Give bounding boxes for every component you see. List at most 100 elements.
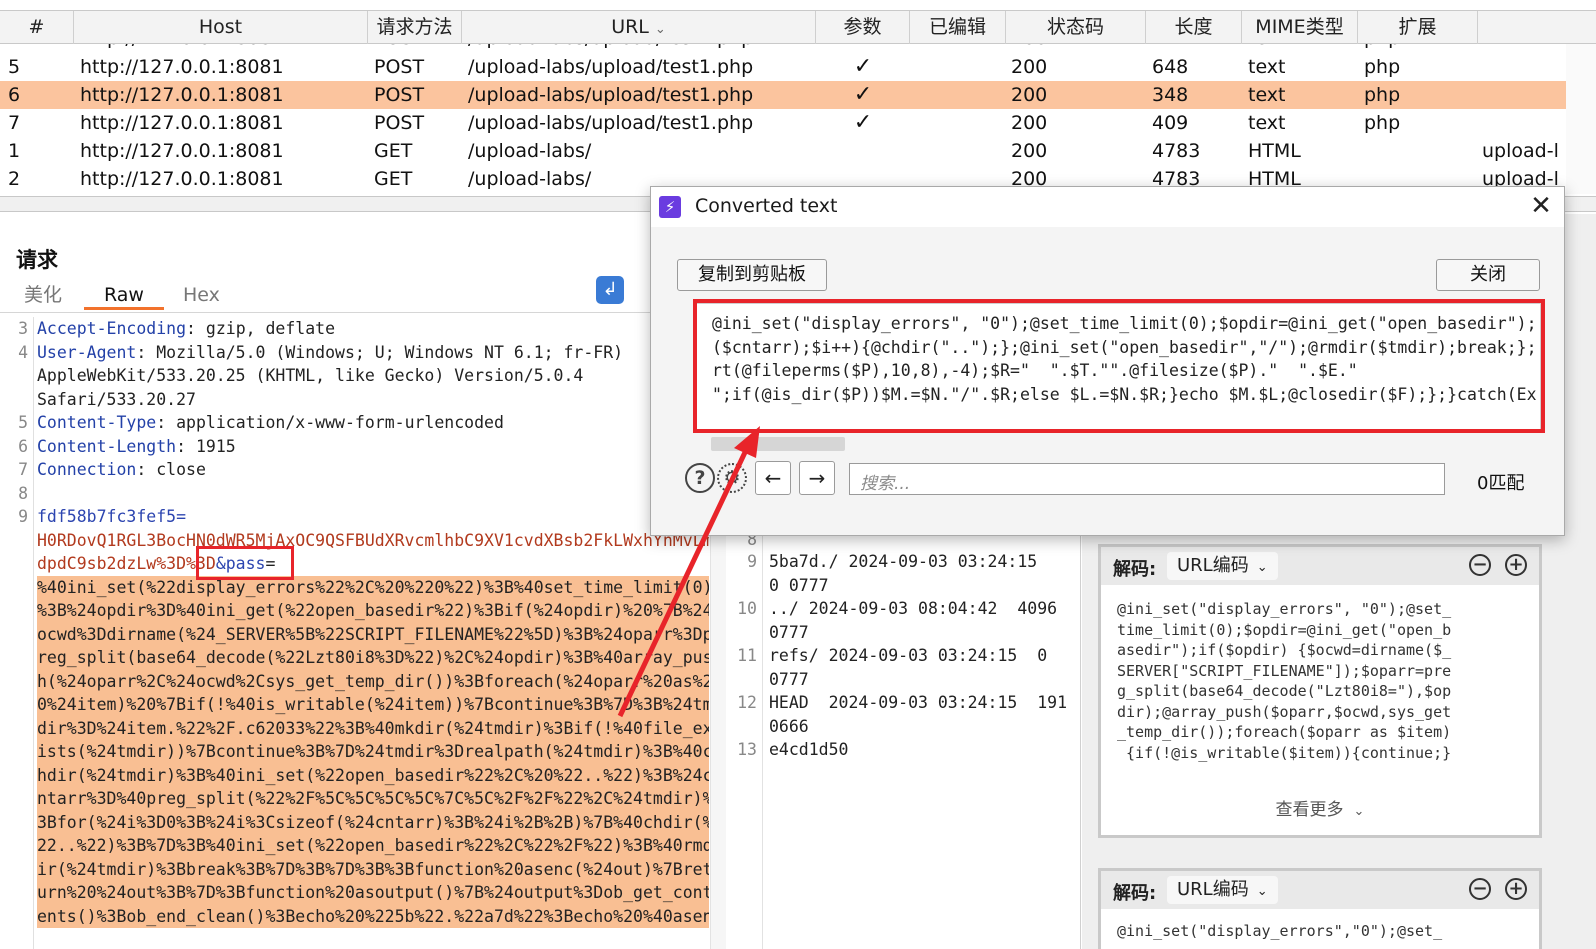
header-name: Content-Type bbox=[37, 413, 157, 432]
horizontal-scrollbar[interactable] bbox=[711, 437, 845, 451]
cell-num: 2 bbox=[8, 168, 21, 190]
col-extension[interactable]: 扩展 bbox=[1358, 11, 1478, 44]
remove-icon[interactable]: − bbox=[1469, 878, 1491, 900]
col-length[interactable]: 长度 bbox=[1146, 11, 1242, 44]
col-params[interactable]: 参数 bbox=[816, 11, 910, 44]
line-number: 3 bbox=[18, 319, 28, 338]
divider bbox=[0, 312, 726, 313]
body-param-name: fdf58b7fc3fef5= bbox=[37, 505, 709, 529]
table-row[interactable]: 1 http://127.0.0.1:8081 GET/upload-labs/20… bbox=[0, 137, 1596, 165]
decoder-type-value: URL编码 bbox=[1177, 555, 1249, 576]
payload-line: ents()%3Bob_end_clean()%3Becho%20%225b%2… bbox=[37, 904, 709, 928]
col-number[interactable]: # bbox=[0, 11, 74, 44]
payload-line: %3B%24opdir%3D%40ini_get(%22open_basedir… bbox=[37, 599, 709, 623]
header-value: Mozilla/5.0 (Windows; U; Windows NT 6.1;… bbox=[146, 342, 624, 362]
col-edited[interactable]: 已编辑 bbox=[910, 11, 1006, 44]
line-number: 10 bbox=[737, 599, 757, 618]
add-icon[interactable]: + bbox=[1505, 878, 1527, 900]
cell-host: http://127.0.0.1:8081 bbox=[80, 84, 284, 106]
match-count: 0匹配 bbox=[1477, 473, 1525, 494]
decoder-type-select[interactable]: URL编码 ⌄ bbox=[1167, 552, 1278, 580]
gear-icon[interactable]: ⚙ bbox=[717, 463, 747, 493]
cell-length bbox=[1152, 44, 1240, 52]
cell-length: 348 bbox=[1152, 84, 1189, 106]
line-number: 9 bbox=[18, 507, 28, 526]
payload-line: ntarr%3D%40preg_split(%22%2F%5C%5C%5C%5C… bbox=[37, 787, 709, 811]
cell-mime: text bbox=[1248, 56, 1286, 78]
decoder-header: 解码: URL编码 ⌄ − + bbox=[1101, 547, 1539, 585]
previous-match-button[interactable]: ← bbox=[755, 461, 791, 495]
line-number: 5 bbox=[18, 413, 28, 432]
cell-num: 1 bbox=[8, 140, 21, 162]
response-line: HEAD 2024-09-03 03:24:15 191 0666 bbox=[769, 693, 1068, 736]
header-value: close bbox=[146, 460, 206, 479]
header-line: Content-Type: application/x-www-form-url… bbox=[37, 413, 504, 432]
cell-length: 648 bbox=[1152, 56, 1189, 78]
header-continuation: AppleWebKit/533.20.25 (KHTML, like Gecko… bbox=[37, 366, 584, 385]
copy-to-clipboard-button[interactable]: 复制到剪贴板 bbox=[677, 259, 827, 291]
payload-line: h(%24oparr%2C%24ocwd%2Csys_get_temp_dir(… bbox=[37, 669, 709, 693]
cell-mime: HTML bbox=[1248, 140, 1301, 162]
line-number: 6 bbox=[18, 436, 28, 456]
col-mime[interactable]: MIME类型 bbox=[1242, 11, 1358, 44]
line-number: 8 bbox=[18, 483, 28, 503]
help-icon[interactable]: ? bbox=[685, 463, 715, 493]
next-match-button[interactable]: → bbox=[799, 461, 835, 495]
cell-extra bbox=[1482, 44, 1566, 52]
converted-text-dialog: ⚡ Converted text ✕ 复制到剪贴板 关闭 @ini_set("d… bbox=[650, 186, 1565, 536]
header-name: User-Agent bbox=[37, 342, 137, 362]
word-wrap-icon[interactable]: ↲ bbox=[596, 276, 624, 304]
add-icon[interactable]: + bbox=[1505, 554, 1527, 576]
payload-line: 22..%22)%3B%7D%3B%40ini_set(%22open_base… bbox=[37, 834, 709, 858]
body-param-value: dpdC9sb2dzLw%3D%3D&pass= bbox=[37, 552, 709, 576]
payload-line: dir%3D%24item.%22%2F.c62033%22%3B%40mkdi… bbox=[37, 716, 709, 740]
cell-params bbox=[816, 137, 910, 165]
request-title: 请求 bbox=[16, 248, 58, 272]
line-gutter: 3 4 5 6 7 8 9 bbox=[0, 317, 34, 949]
request-panel: 请求 美化 Raw Hex ↲ 3 4 5 6 7 8 9 Accept-Enc… bbox=[0, 214, 726, 949]
tab-pretty[interactable]: 美化 bbox=[24, 280, 62, 310]
payload-line: 3Bfor(%24i%3D0%3B%24i%3Csizeof(%24cntarr… bbox=[37, 810, 709, 834]
pass-payload: %40ini_set(%22display_errors%22%2C%20%22… bbox=[37, 575, 709, 928]
col-host[interactable]: Host bbox=[74, 11, 368, 44]
request-code: Accept-Encoding: gzip, deflate User-Agen… bbox=[37, 317, 709, 928]
response-line: e4cd1d50 bbox=[769, 740, 849, 759]
cell-url: /upload-labs/upload/test1.php bbox=[468, 44, 814, 52]
close-icon[interactable]: ✕ bbox=[1527, 191, 1555, 221]
col-url[interactable]: URL ⌄ bbox=[462, 11, 816, 44]
decoder-card: 解码: URL编码 ⌄ − + @ini_set("display_errors"… bbox=[1098, 544, 1542, 838]
cell-params bbox=[816, 44, 910, 52]
table-row[interactable]: http://127.0.0.1:8081 POST/upload-labs/up… bbox=[0, 44, 1596, 52]
show-more-link[interactable]: 查看更多 ⌄ bbox=[1101, 795, 1539, 820]
table-row[interactable]: 5 http://127.0.0.1:8081 POST/upload-labs/u… bbox=[0, 53, 1596, 81]
cell-method: POST bbox=[374, 84, 425, 106]
table-row[interactable]: 7 http://127.0.0.1:8081 POST/upload-labs/u… bbox=[0, 109, 1596, 137]
history-header: # Host 请求方法 URL ⌄ 参数 已编辑 状态码 长度 MIME类型 扩展 bbox=[0, 10, 1596, 44]
chevron-down-icon: ⌄ bbox=[1256, 884, 1268, 899]
close-button[interactable]: 关闭 bbox=[1436, 259, 1540, 291]
payload-line: ir(%24tmdir)%3Bbreak%3B%7D%3B%7D%3B%3Bfu… bbox=[37, 857, 709, 881]
cell-url: /upload-labs/upload/test1.php bbox=[468, 56, 754, 78]
col-method[interactable]: 请求方法 bbox=[368, 11, 462, 44]
table-row[interactable]: 6 http://127.0.0.1:8081 POST/upload-labs/u… bbox=[0, 81, 1596, 109]
sort-chevron-icon: ⌄ bbox=[654, 22, 666, 37]
search-input[interactable]: 搜索... bbox=[849, 463, 1445, 495]
decoder-type-select[interactable]: URL编码 ⌄ bbox=[1167, 876, 1278, 904]
history-scrollbar[interactable] bbox=[1566, 44, 1596, 194]
remove-icon[interactable]: − bbox=[1469, 554, 1491, 576]
payload-line: reg_split(base64_decode(%22Lzt80i8%3D%22… bbox=[37, 646, 709, 670]
request-editor[interactable]: 3 4 5 6 7 8 9 Accept-Encoding: gzip, def… bbox=[0, 317, 726, 949]
tab-hex[interactable]: Hex bbox=[183, 280, 220, 310]
http-history-table: # Host 请求方法 URL ⌄ 参数 已编辑 状态码 长度 MIME类型 扩展… bbox=[0, 0, 1596, 214]
tab-raw[interactable]: Raw bbox=[84, 280, 164, 310]
cell-method: GET bbox=[374, 140, 413, 162]
cell-status: 200 bbox=[1011, 56, 1048, 78]
cell-extra bbox=[1482, 81, 1566, 109]
header-name: Content-Length bbox=[37, 436, 177, 456]
cell-num: 5 bbox=[8, 56, 21, 78]
col-status[interactable]: 状态码 bbox=[1006, 11, 1146, 44]
param-fdf58b7fc3fef5: fdf58b7fc3fef5= bbox=[37, 507, 187, 526]
cell-params: ✓ bbox=[853, 110, 873, 135]
cell-mime: text bbox=[1248, 112, 1286, 134]
